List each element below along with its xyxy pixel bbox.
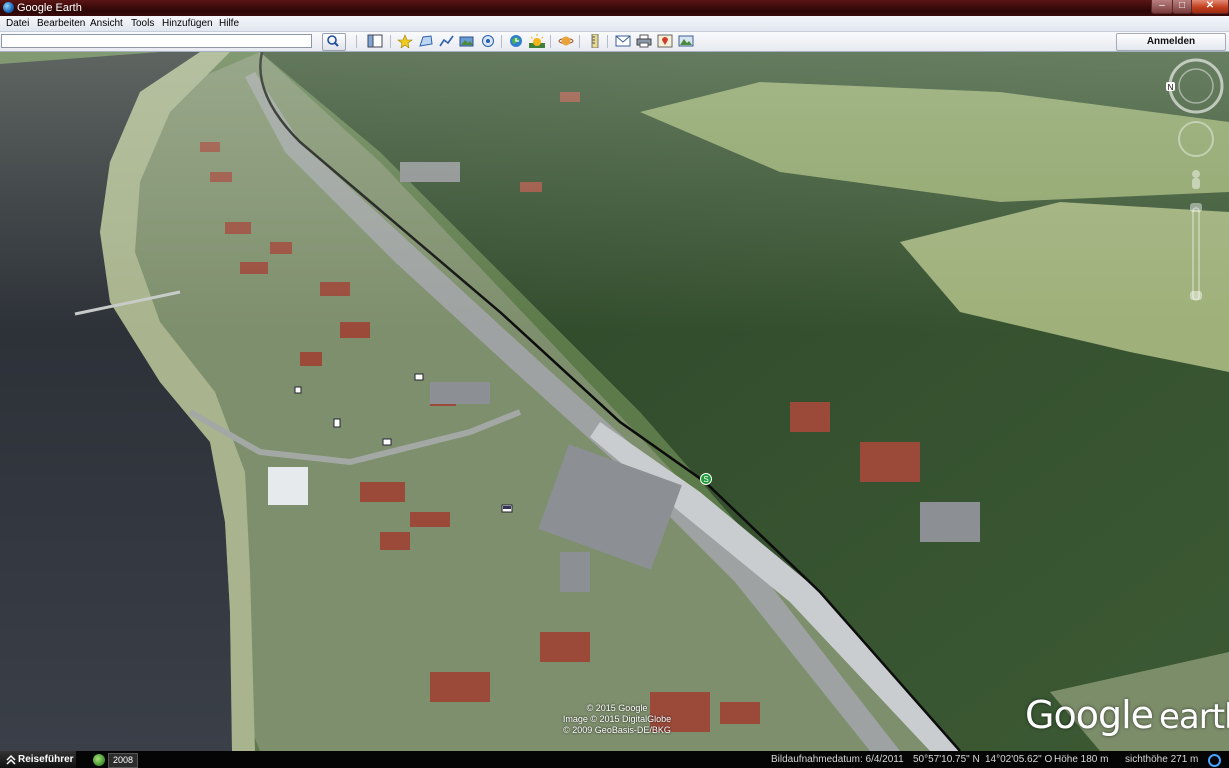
history-icon xyxy=(510,35,522,47)
info-point-icon[interactable] xyxy=(333,418,341,428)
station-marker-icon[interactable]: S xyxy=(700,473,712,485)
navigation-controls: N xyxy=(1165,56,1229,316)
add-polygon-button[interactable] xyxy=(416,33,436,49)
signin-button[interactable]: Anmelden xyxy=(1116,33,1226,51)
toolbar: Anmelden xyxy=(0,32,1229,52)
north-indicator-icon[interactable]: N xyxy=(1166,82,1175,92)
polygon-icon xyxy=(419,35,433,47)
station-marker-label: S xyxy=(703,475,708,484)
bus-stop-icon[interactable] xyxy=(382,438,392,446)
print-icon xyxy=(636,34,652,48)
email-button[interactable] xyxy=(613,33,633,49)
zoom-slider[interactable] xyxy=(1190,203,1202,301)
menu-bar: Datei Bearbeiten Ansicht Tools Hinzufüge… xyxy=(0,16,1229,32)
add-image-overlay-button[interactable] xyxy=(457,33,477,49)
record-tour-button[interactable] xyxy=(478,33,498,49)
sunlight-button[interactable] xyxy=(527,33,547,49)
google-earth-logo: Googleearth xyxy=(1025,693,1229,737)
sun-icon xyxy=(529,34,545,48)
eye-altitude-readout: sichthöhe 271 m xyxy=(1125,754,1199,765)
menu-ansicht[interactable]: Ansicht xyxy=(87,17,126,30)
sidebar-icon xyxy=(367,34,383,48)
tour-icon xyxy=(482,35,494,47)
menu-bearbeiten[interactable]: Bearbeiten xyxy=(34,17,88,30)
bus-stop-icon[interactable] xyxy=(414,373,424,381)
menu-tools[interactable]: Tools xyxy=(128,17,157,30)
sidebar-toggle-button[interactable] xyxy=(365,33,385,49)
save-image-icon xyxy=(678,35,694,47)
placemark-icon xyxy=(397,34,413,48)
imagery-date: Bildaufnahmedatum: 6/4/2011 xyxy=(771,754,904,765)
title-bar: Google Earth – □ ✕ xyxy=(0,0,1229,16)
navigation-controls-graphic: N xyxy=(1166,58,1224,301)
status-bar: Reiseführer 2008 Bildaufnahmedatum: 6/4/… xyxy=(0,751,1229,768)
tour-guide-button[interactable]: Reiseführer xyxy=(0,751,76,768)
map-viewport[interactable]: S xyxy=(0,52,1229,751)
print-button[interactable] xyxy=(634,33,654,49)
latitude-readout: 50°57'10.75" N xyxy=(913,754,980,765)
logo-product: earth xyxy=(1159,697,1229,737)
search-input[interactable] xyxy=(1,34,312,48)
longitude-readout: 14°02'05.62" O xyxy=(985,754,1053,765)
add-placemark-button[interactable] xyxy=(395,33,415,49)
path-icon xyxy=(439,35,454,47)
ruler-icon xyxy=(591,34,599,48)
window-title: Google Earth xyxy=(17,2,82,14)
save-image-button[interactable] xyxy=(676,33,696,49)
street-view-pegman-icon[interactable] xyxy=(1192,170,1200,189)
minimize-button[interactable]: – xyxy=(1151,0,1173,14)
google-earth-app-icon xyxy=(3,2,14,13)
logo-brand: Google xyxy=(1025,693,1154,737)
overlay-icon xyxy=(459,36,474,47)
email-icon xyxy=(615,35,631,47)
look-around-icon[interactable] xyxy=(1178,121,1214,157)
streaming-status-icon xyxy=(1208,754,1221,767)
menu-hinzufuegen[interactable]: Hinzufügen xyxy=(159,17,216,30)
historical-imagery-button[interactable] xyxy=(506,33,526,49)
compass-ring[interactable] xyxy=(1168,58,1224,114)
tour-guide-label: Reiseführer xyxy=(18,754,74,765)
switch-planet-button[interactable] xyxy=(556,33,576,49)
ruler-button[interactable] xyxy=(585,33,605,49)
maps-icon xyxy=(657,34,673,48)
maximize-button[interactable]: □ xyxy=(1172,0,1192,14)
imagery-year-badge[interactable]: 2008 xyxy=(108,753,139,768)
elevation-readout: Höhe 180 m xyxy=(1054,754,1109,765)
svg-text:N: N xyxy=(1168,83,1174,92)
view-in-maps-button[interactable] xyxy=(655,33,675,49)
planets-icon xyxy=(558,36,574,46)
menu-datei[interactable]: Datei xyxy=(3,17,32,30)
menu-hilfe[interactable]: Hilfe xyxy=(216,17,242,30)
bus-stop-icon[interactable] xyxy=(501,504,513,513)
aerial-imagery xyxy=(0,52,1229,751)
close-button[interactable]: ✕ xyxy=(1191,0,1229,14)
add-path-button[interactable] xyxy=(437,33,457,49)
search-button[interactable] xyxy=(322,33,346,51)
chevron-up-icon xyxy=(6,754,16,765)
historical-imagery-icon[interactable] xyxy=(93,754,105,766)
search-icon xyxy=(327,35,339,47)
info-point-icon[interactable] xyxy=(294,386,302,394)
